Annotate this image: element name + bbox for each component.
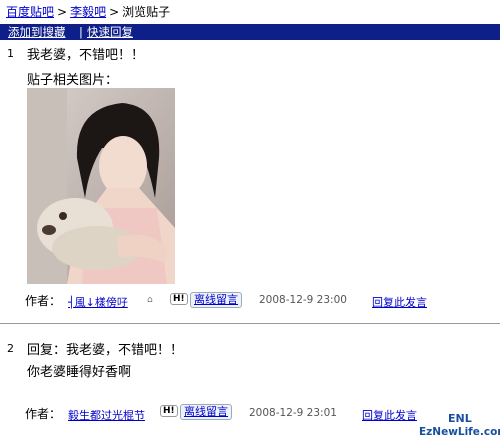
toolbar: 添加到搜藏 | 快速回复: [0, 24, 500, 40]
post-photo[interactable]: [27, 88, 175, 284]
hi-icon[interactable]: H!: [160, 405, 178, 417]
author-label: 作者：: [25, 294, 62, 308]
offline-message-button[interactable]: 离线留言: [180, 404, 232, 420]
author-label: 作者：: [25, 407, 62, 421]
post-number: 2: [7, 342, 14, 355]
post-date: 2008-12-9 23:01: [249, 407, 337, 419]
watermark-enl: ENL: [448, 412, 472, 425]
breadcrumb-liyi-bar[interactable]: 李毅吧: [70, 5, 106, 19]
post-author-row: 作者：: [25, 292, 61, 309]
home-icon[interactable]: ⌂: [147, 295, 153, 305]
post-date: 2008-12-9 23:00: [259, 294, 347, 306]
post-title: 回复：我老婆，不错吧！！: [27, 343, 184, 358]
post-images-label: 贴子相关图片：: [27, 73, 119, 88]
reply-link[interactable]: 回复此发言: [372, 294, 427, 310]
breadcrumb: 百度贴吧 > 李毅吧 > 浏览贴子: [6, 3, 170, 20]
breadcrumb-separator: >: [109, 5, 120, 19]
post-title: 我老婆，不错吧！！: [27, 48, 145, 63]
offline-message-button[interactable]: 离线留言: [190, 292, 242, 308]
photo-image: [27, 88, 175, 284]
toolbar-divider: |: [79, 25, 83, 39]
post-author-row: 作者：: [25, 405, 61, 422]
hi-icon[interactable]: H!: [170, 293, 188, 305]
quick-reply-link[interactable]: 快速回复: [87, 24, 133, 40]
post-divider: [0, 323, 500, 324]
post-body: 你老婆睡得好香啊: [27, 365, 132, 380]
author-link[interactable]: ┤風↓樣傍吇: [68, 294, 128, 310]
breadcrumb-separator: >: [57, 5, 68, 19]
breadcrumb-current: 浏览贴子: [122, 5, 171, 19]
author-link[interactable]: 毅生都过光棍节: [68, 407, 145, 423]
reply-link[interactable]: 回复此发言: [362, 407, 417, 423]
post-number: 1: [7, 47, 14, 60]
watermark-site: EzNewLife.com: [419, 426, 500, 438]
breadcrumb-baidu-tieba[interactable]: 百度贴吧: [6, 5, 54, 19]
add-favorite-link[interactable]: 添加到搜藏: [8, 24, 66, 40]
